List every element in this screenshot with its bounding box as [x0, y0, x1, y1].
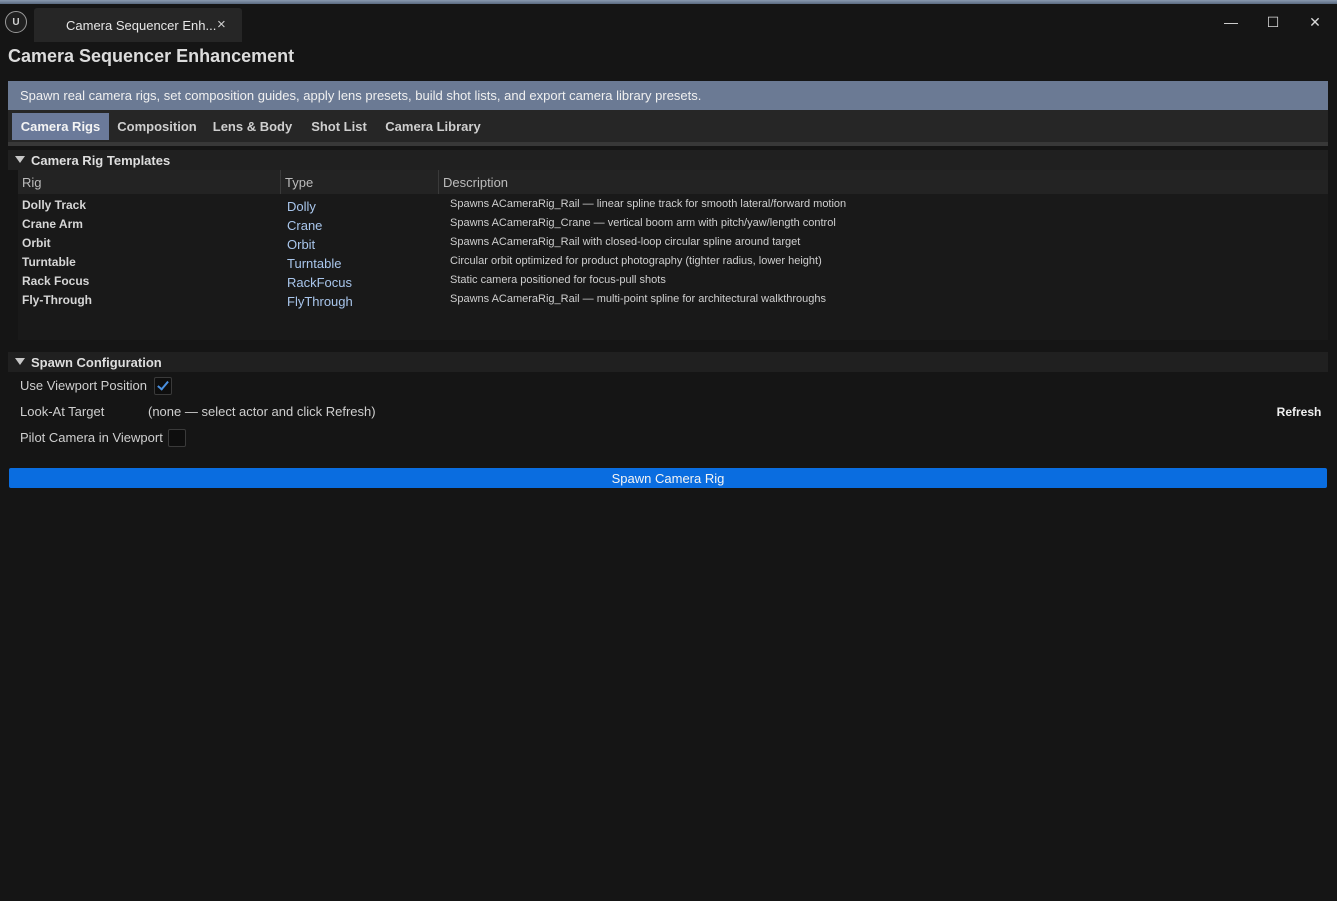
- refresh-button[interactable]: Refresh: [1272, 402, 1326, 422]
- look-at-value: (none — select actor and click Refresh): [148, 404, 376, 419]
- tab-camera-library[interactable]: Camera Library: [378, 113, 488, 140]
- rig-name: Fly-Through: [22, 293, 92, 307]
- rig-type: Dolly: [287, 199, 316, 214]
- maximize-icon[interactable]: ☐: [1253, 8, 1293, 36]
- rig-templates-table: Rig Type Description Dolly Track Dolly S…: [18, 170, 1328, 340]
- column-divider[interactable]: [438, 170, 439, 194]
- rig-name: Rack Focus: [22, 274, 90, 288]
- use-viewport-checkbox[interactable]: [154, 377, 172, 395]
- rig-name: Orbit: [22, 236, 51, 250]
- rig-name: Crane Arm: [22, 217, 83, 231]
- spawn-camera-rig-button[interactable]: Spawn Camera Rig: [9, 468, 1327, 488]
- close-window-icon[interactable]: ✕: [1295, 8, 1335, 36]
- section-spawn-configuration[interactable]: Spawn Configuration: [8, 352, 1328, 372]
- panel-title: Camera Sequencer Enhancement: [8, 46, 295, 66]
- document-tab[interactable]: Camera Sequencer Enh... ×: [34, 8, 242, 42]
- tab-lens-body[interactable]: Lens & Body: [207, 113, 298, 140]
- section-title: Spawn Configuration: [31, 355, 162, 370]
- tab-shot-list[interactable]: Shot List: [302, 113, 376, 140]
- unreal-logo-icon[interactable]: U: [5, 11, 27, 33]
- document-tab-label: Camera Sequencer Enh...: [66, 18, 216, 33]
- minimize-icon[interactable]: —: [1211, 8, 1251, 36]
- rig-description: Spawns ACameraRig_Crane — vertical boom …: [450, 217, 836, 229]
- pilot-camera-checkbox[interactable]: [168, 429, 186, 447]
- table-row[interactable]: Dolly Track Dolly Spawns ACameraRig_Rail…: [18, 196, 1328, 215]
- use-viewport-label: Use Viewport Position: [20, 378, 147, 393]
- rig-description: Circular orbit optimized for product pho…: [450, 255, 822, 267]
- table-row[interactable]: Orbit Orbit Spawns ACameraRig_Rail with …: [18, 234, 1328, 253]
- section-camera-rig-templates[interactable]: Camera Rig Templates: [8, 150, 1328, 170]
- column-header-description[interactable]: Description: [443, 175, 508, 190]
- info-banner-text: Spawn real camera rigs, set composition …: [20, 88, 702, 103]
- rig-type: Crane: [287, 218, 323, 233]
- rig-description: Spawns ACameraRig_Rail — multi-point spl…: [450, 293, 826, 305]
- section-title: Camera Rig Templates: [31, 153, 171, 168]
- column-header-rig[interactable]: Rig: [22, 175, 42, 190]
- rig-type: RackFocus: [287, 275, 353, 290]
- rig-description: Spawns ACameraRig_Rail with closed-loop …: [450, 236, 801, 248]
- table-row[interactable]: Crane Arm Crane Spawns ACameraRig_Crane …: [18, 215, 1328, 234]
- rig-name: Dolly Track: [22, 198, 87, 212]
- tab-bar: Camera Rigs Composition Lens & Body Shot…: [8, 110, 1328, 146]
- table-header: Rig Type Description: [18, 170, 1328, 194]
- tab-composition[interactable]: Composition: [111, 113, 203, 140]
- table-row[interactable]: Fly-Through FlyThrough Spawns ACameraRig…: [18, 291, 1328, 310]
- collapse-triangle-icon[interactable]: [15, 156, 25, 163]
- tab-camera-rigs[interactable]: Camera Rigs: [12, 113, 109, 140]
- tab-close-icon[interactable]: ×: [217, 16, 226, 33]
- logo-letter: U: [12, 16, 20, 28]
- rig-type: Orbit: [287, 237, 316, 252]
- collapse-triangle-icon[interactable]: [15, 358, 25, 365]
- rig-description: Static camera positioned for focus-pull …: [450, 274, 666, 286]
- pilot-camera-label: Pilot Camera in Viewport: [20, 430, 163, 445]
- column-divider[interactable]: [280, 170, 281, 194]
- rig-name: Turntable: [22, 255, 76, 269]
- rig-type: Turntable: [287, 256, 342, 271]
- table-row[interactable]: Turntable Turntable Circular orbit optim…: [18, 253, 1328, 272]
- info-banner: Spawn real camera rigs, set composition …: [8, 81, 1328, 110]
- look-at-label: Look-At Target: [20, 404, 105, 419]
- rig-description: Spawns ACameraRig_Rail — linear spline t…: [450, 198, 847, 210]
- window-titlebar: U Camera Sequencer Enh... × — ☐ ✕: [0, 4, 1337, 42]
- table-row[interactable]: Rack Focus RackFocus Static camera posit…: [18, 272, 1328, 291]
- checkmark-icon: [157, 378, 169, 391]
- rig-type: FlyThrough: [287, 294, 353, 309]
- column-header-type[interactable]: Type: [285, 175, 313, 190]
